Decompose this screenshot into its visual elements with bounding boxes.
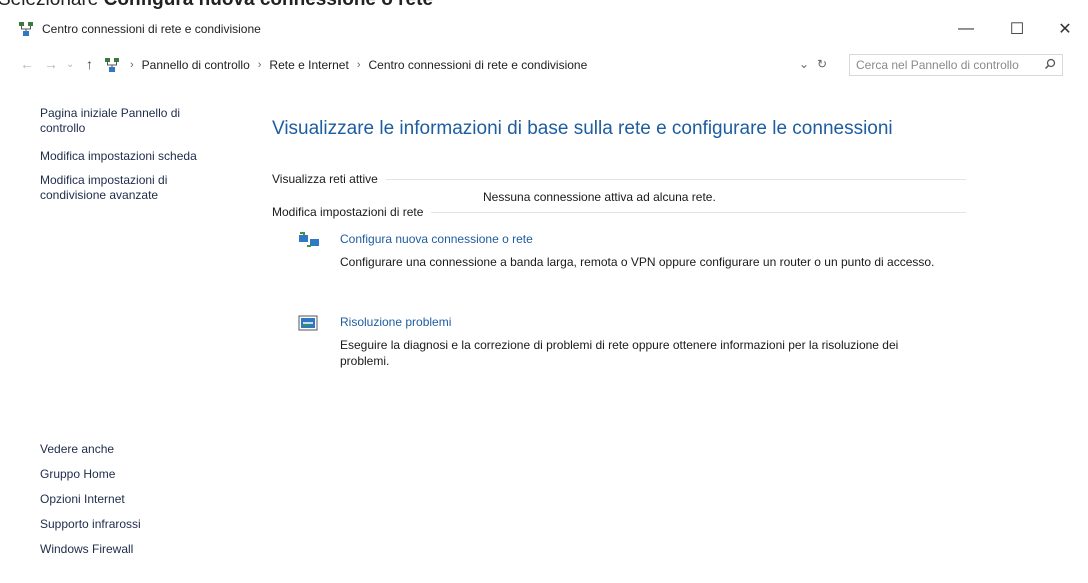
- new-connection-icon: [299, 232, 319, 247]
- sidebar-home-link[interactable]: Pagina iniziale Pannello di controllo: [40, 106, 190, 136]
- caption-prefix: Selezionare: [0, 0, 104, 10]
- section-divider: [431, 211, 966, 213]
- chevron-right-icon: ›: [130, 59, 134, 71]
- sidebar: Pagina iniziale Pannello di controllo Mo…: [40, 106, 240, 203]
- breadcrumb-item[interactable]: Rete e Internet: [269, 58, 348, 72]
- troubleshoot-link[interactable]: Risoluzione problemi: [340, 315, 451, 329]
- breadcrumb: › Pannello di controllo › Rete e Interne…: [130, 58, 587, 72]
- see-also-title: Vedere anche: [40, 442, 115, 456]
- sidebar-link-sharing-settings[interactable]: Modifica impostazioni di condivisione av…: [40, 173, 210, 203]
- see-also-link-infrared[interactable]: Supporto infrarossi: [40, 517, 240, 532]
- see-also-link-firewall[interactable]: Windows Firewall: [40, 542, 240, 557]
- sidebar-link-adapter-settings[interactable]: Modifica impostazioni scheda: [40, 149, 240, 164]
- up-icon[interactable]: ↑: [86, 56, 93, 72]
- maximize-button[interactable]: ☐: [994, 12, 1040, 46]
- active-networks-section: Visualizza reti attive: [272, 172, 966, 186]
- page-title: Visualizzare le informazioni di base sul…: [272, 118, 893, 139]
- setup-connection-link[interactable]: Configura nuova connessione o rete: [340, 232, 533, 246]
- see-also-section: Vedere anche Gruppo Home Opzioni Interne…: [40, 442, 240, 557]
- section-title: Modifica impostazioni di rete: [272, 205, 424, 219]
- section-divider: [385, 178, 966, 180]
- chevron-right-icon[interactable]: ›: [357, 59, 361, 71]
- window-title: Centro connessioni di rete e condivision…: [42, 22, 261, 36]
- caption-bold: Configura nuova connessione o rete: [104, 0, 433, 10]
- network-settings-section: Modifica impostazioni di rete: [272, 205, 966, 219]
- search-input[interactable]: Cerca nel Pannello di controllo: [849, 54, 1063, 76]
- title-bar: Centro connessioni di rete e condivision…: [6, 12, 1088, 46]
- section-title: Visualizza reti attive: [272, 172, 378, 186]
- troubleshoot-description: Eseguire la diagnosi e la correzione di …: [340, 338, 899, 368]
- address-bar: ← → ⌄ ↑ › Pannello di controllo › Rete e…: [6, 50, 1088, 80]
- network-icon: [19, 22, 33, 36]
- minimize-button[interactable]: —: [943, 12, 989, 46]
- setup-connection-description: Configurare una connessione a banda larg…: [340, 255, 935, 269]
- recent-dropdown-icon[interactable]: ⌄: [66, 59, 74, 70]
- chevron-right-icon[interactable]: ›: [258, 59, 262, 71]
- active-networks-status: Nessuna connessione attiva ad alcuna ret…: [483, 190, 716, 204]
- breadcrumb-item[interactable]: Pannello di controllo: [142, 58, 250, 72]
- back-icon[interactable]: ←: [20, 56, 34, 72]
- control-panel-window: Centro connessioni di rete e condivision…: [6, 12, 1088, 583]
- see-also-link-internet-options[interactable]: Opzioni Internet: [40, 492, 240, 507]
- troubleshoot-icon: [298, 315, 318, 331]
- breadcrumb-item[interactable]: Centro connessioni di rete e condivision…: [368, 58, 587, 72]
- see-also-link-homegroup[interactable]: Gruppo Home: [40, 467, 240, 482]
- forward-icon[interactable]: →: [44, 56, 58, 72]
- instruction-caption: Selezionare Configura nuova connessione …: [0, 0, 433, 11]
- address-dropdown-icon[interactable]: ⌄: [799, 57, 809, 71]
- search-icon[interactable]: [1044, 58, 1056, 70]
- network-small-icon: [105, 58, 119, 72]
- refresh-icon[interactable]: ↻: [817, 57, 827, 71]
- close-button[interactable]: ✕: [1042, 12, 1088, 46]
- search-placeholder: Cerca nel Pannello di controllo: [856, 58, 1019, 72]
